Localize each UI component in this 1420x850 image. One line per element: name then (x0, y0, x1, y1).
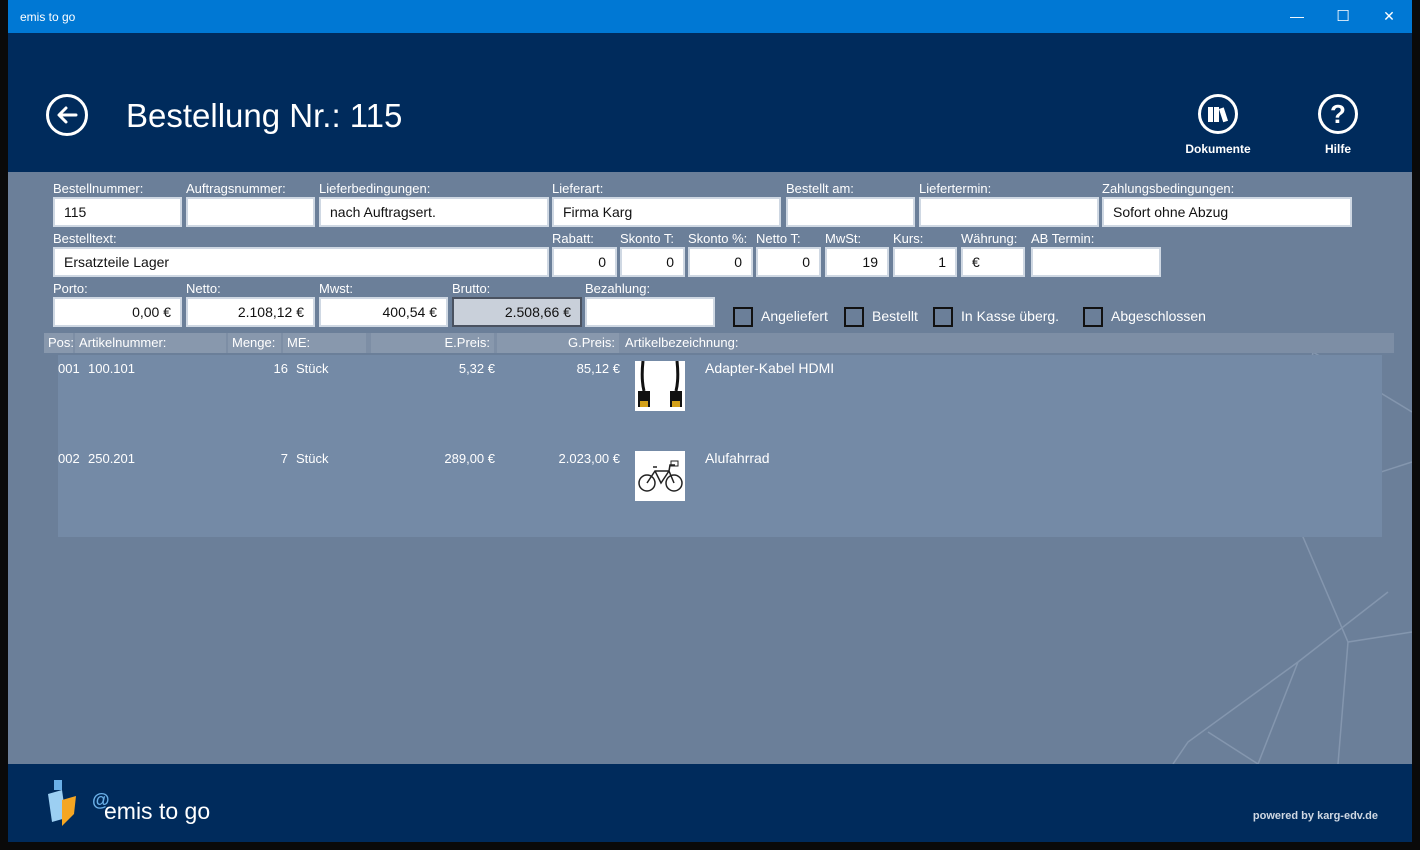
question-icon: ? (1318, 94, 1358, 134)
checkbox-label: In Kasse überg. (961, 308, 1060, 324)
cell-gpreis: 2.023,00 € (558, 451, 620, 466)
app-content: Bestellung Nr.: 115 Dokumente ? Hilfe Be… (8, 33, 1412, 842)
checkbox-label: Abgeschlossen (1111, 308, 1206, 324)
netto-t-label: Netto T: (756, 231, 801, 246)
checkbox-label: Bestellt (872, 308, 918, 324)
rabatt-field[interactable]: 0 (552, 247, 617, 277)
cell-pos: 001 (58, 361, 80, 376)
bestelltext-label: Bestelltext: (53, 231, 117, 246)
cell-gpreis: 85,12 € (576, 361, 620, 376)
page-header: Bestellung Nr.: 115 Dokumente ? Hilfe (8, 33, 1412, 172)
column-header-gpreis[interactable]: G.Preis: (497, 333, 619, 353)
app-logo-icon (48, 780, 76, 826)
column-header-epreis[interactable]: E.Preis: (371, 333, 494, 353)
column-header-menge[interactable]: Menge: (228, 333, 281, 353)
lieferart-field[interactable]: Firma Karg (552, 197, 781, 227)
bestellt-am-field[interactable] (786, 197, 915, 227)
cell-epreis: 289,00 € (444, 451, 495, 466)
auftragsnummer-field[interactable] (186, 197, 315, 227)
cell-epreis: 5,32 € (458, 361, 495, 376)
skonto-pct-label: Skonto %: (688, 231, 748, 246)
window-title: emis to go (20, 10, 76, 24)
column-header-pos[interactable]: Pos: (44, 333, 74, 353)
checkbox-box[interactable] (733, 307, 753, 327)
zahlungsbedingungen-field[interactable]: Sofort ohne Abzug (1102, 197, 1352, 227)
porto-field[interactable]: 0,00 € (53, 297, 182, 327)
app-footer: @ emis to go powered by karg-edv.de (8, 764, 1412, 842)
mwst-field[interactable]: 19 (825, 247, 889, 277)
bezahlung-label: Bezahlung: (585, 281, 651, 296)
porto-label: Porto: (53, 281, 88, 296)
checkbox-box[interactable] (1083, 307, 1103, 327)
ab-termin-label: AB Termin: (1031, 231, 1095, 246)
mwst-betrag-field[interactable]: 400,54 € (319, 297, 448, 327)
rabatt-label: Rabatt: (552, 231, 594, 246)
app-window: emis to go — ☐ ✕ Bestellung Nr.: 115 Dok… (0, 0, 1420, 850)
books-icon (1198, 94, 1238, 134)
bicycle-image (635, 451, 685, 501)
maximize-button[interactable]: ☐ (1320, 0, 1366, 33)
checkbox-box[interactable] (844, 307, 864, 327)
bestellnummer-field[interactable]: 115 (53, 197, 182, 227)
checkbox-label: Angeliefert (761, 308, 828, 324)
cell-pos: 002 (58, 451, 80, 466)
brutto-label: Brutto: (452, 281, 491, 296)
cell-artikelnummer: 250.201 (88, 451, 135, 466)
waehrung-field[interactable]: € (961, 247, 1025, 277)
ab-termin-field[interactable] (1031, 247, 1161, 277)
order-items-table: 001 100.101 16 Stück 5,32 € 85,12 € Adap… (58, 355, 1382, 537)
hdmi-cable-image (635, 361, 685, 411)
cell-me: Stück (296, 361, 329, 376)
powered-by-text: powered by karg-edv.de (1252, 810, 1378, 822)
column-header-artikelbezeichnung[interactable]: Artikelbezeichnung: (621, 333, 821, 353)
liefertermin-field[interactable] (919, 197, 1099, 227)
mwst-betrag-label: Mwst: (319, 281, 353, 296)
bezahlung-field[interactable] (585, 297, 715, 327)
netto-field[interactable]: 2.108,12 € (186, 297, 315, 327)
cell-artikelbezeichnung: Alufahrrad (705, 450, 770, 466)
zahlungsbedingungen-label: Zahlungsbedingungen: (1102, 181, 1235, 196)
column-header-me[interactable]: ME: (283, 333, 366, 353)
bestellnummer-label: Bestellnummer: (53, 181, 144, 196)
liefertermin-label: Liefertermin: (919, 181, 992, 196)
kurs-label: Kurs: (893, 231, 924, 246)
netto-t-field[interactable]: 0 (756, 247, 821, 277)
mwst-label: MwSt: (825, 231, 862, 246)
cell-artikelbezeichnung: Adapter-Kabel HDMI (705, 360, 835, 376)
title-bar[interactable]: emis to go — ☐ ✕ (8, 0, 1412, 33)
waehrung-label: Währung: (961, 231, 1018, 246)
checkbox-box[interactable] (933, 307, 953, 327)
lieferbedingungen-field[interactable]: nach Auftragsert. (319, 197, 549, 227)
documents-label: Dokumente (1185, 142, 1251, 156)
back-button[interactable] (46, 94, 88, 136)
brutto-field: 2.508,66 € (452, 297, 582, 327)
cell-me: Stück (296, 451, 329, 466)
skonto-t-field[interactable]: 0 (620, 247, 685, 277)
netto-label: Netto: (186, 281, 221, 296)
kurs-field[interactable]: 1 (893, 247, 957, 277)
skonto-pct-field[interactable]: 0 (688, 247, 753, 277)
arrow-left-icon (57, 106, 78, 124)
bestelltext-field[interactable]: Ersatzteile Lager (53, 247, 549, 277)
lieferart-label: Lieferart: (552, 181, 604, 196)
auftragsnummer-label: Auftragsnummer: (186, 181, 286, 196)
column-header-artikelnummer[interactable]: Artikelnummer: (75, 333, 226, 353)
close-button[interactable]: ✕ (1366, 0, 1412, 33)
table-header: Pos: Artikelnummer: Menge: ME: E.Preis: … (44, 333, 1394, 353)
help-button[interactable]: ? Hilfe (1298, 94, 1378, 156)
skonto-t-label: Skonto T: (620, 231, 674, 246)
cell-menge: 7 (280, 451, 288, 466)
documents-button[interactable]: Dokumente (1178, 94, 1258, 156)
minimize-button[interactable]: — (1274, 0, 1320, 33)
lieferbedingungen-label: Lieferbedingungen: (319, 181, 431, 196)
cell-artikelnummer: 100.101 (88, 361, 135, 376)
help-label: Hilfe (1324, 142, 1351, 156)
bestellt-am-label: Bestellt am: (786, 181, 854, 196)
cell-menge: 16 (273, 361, 288, 376)
brand-name: emis to go (104, 798, 211, 824)
page-title: Bestellung Nr.: 115 (126, 97, 403, 134)
